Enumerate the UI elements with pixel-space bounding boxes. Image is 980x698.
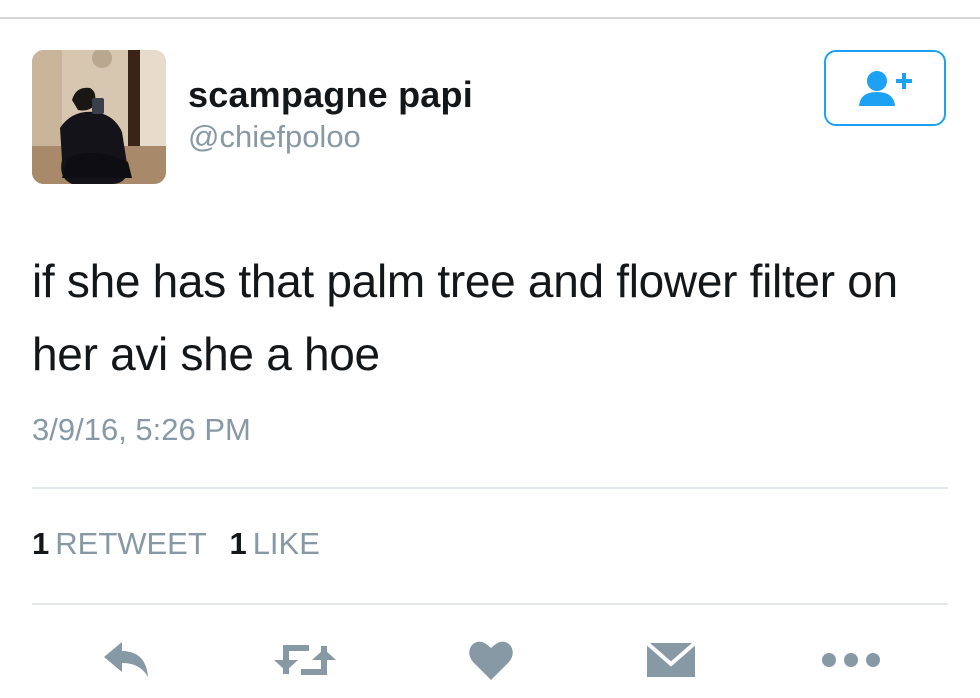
direct-message-button[interactable] bbox=[644, 635, 698, 685]
like-stat-label: LIKE bbox=[252, 526, 320, 561]
heart-icon bbox=[469, 641, 513, 680]
avatar[interactable] bbox=[32, 50, 166, 184]
avatar-photo bbox=[32, 50, 166, 184]
retweet-stat-label: RETWEET bbox=[55, 526, 207, 561]
follow-button[interactable] bbox=[824, 50, 946, 126]
more-icon bbox=[822, 653, 880, 667]
reply-icon bbox=[104, 642, 148, 677]
add-user-icon bbox=[859, 71, 912, 106]
more-button[interactable] bbox=[820, 635, 882, 685]
like-stat[interactable]: 1 LIKE bbox=[229, 526, 319, 562]
like-count: 1 bbox=[229, 526, 247, 561]
divider bbox=[32, 603, 948, 605]
reply-button[interactable] bbox=[100, 635, 152, 685]
retweet-count: 1 bbox=[32, 526, 50, 561]
tweet-stats: 1 RETWEET 1 LIKE bbox=[32, 526, 334, 562]
tweet-timestamp[interactable]: 3/9/16, 5:26 PM bbox=[32, 412, 251, 448]
retweet-button[interactable] bbox=[272, 635, 338, 685]
username-handle[interactable]: @chiefpoloo bbox=[188, 119, 361, 155]
divider bbox=[32, 487, 948, 489]
retweet-icon bbox=[274, 645, 336, 675]
retweet-stat[interactable]: 1 RETWEET bbox=[32, 526, 207, 562]
tweet-text: if she has that palm tree and flower fil… bbox=[32, 255, 898, 380]
like-button[interactable] bbox=[466, 635, 516, 685]
display-name[interactable]: scampagne papi bbox=[188, 74, 473, 116]
top-divider bbox=[0, 17, 980, 19]
envelope-icon bbox=[646, 642, 696, 677]
